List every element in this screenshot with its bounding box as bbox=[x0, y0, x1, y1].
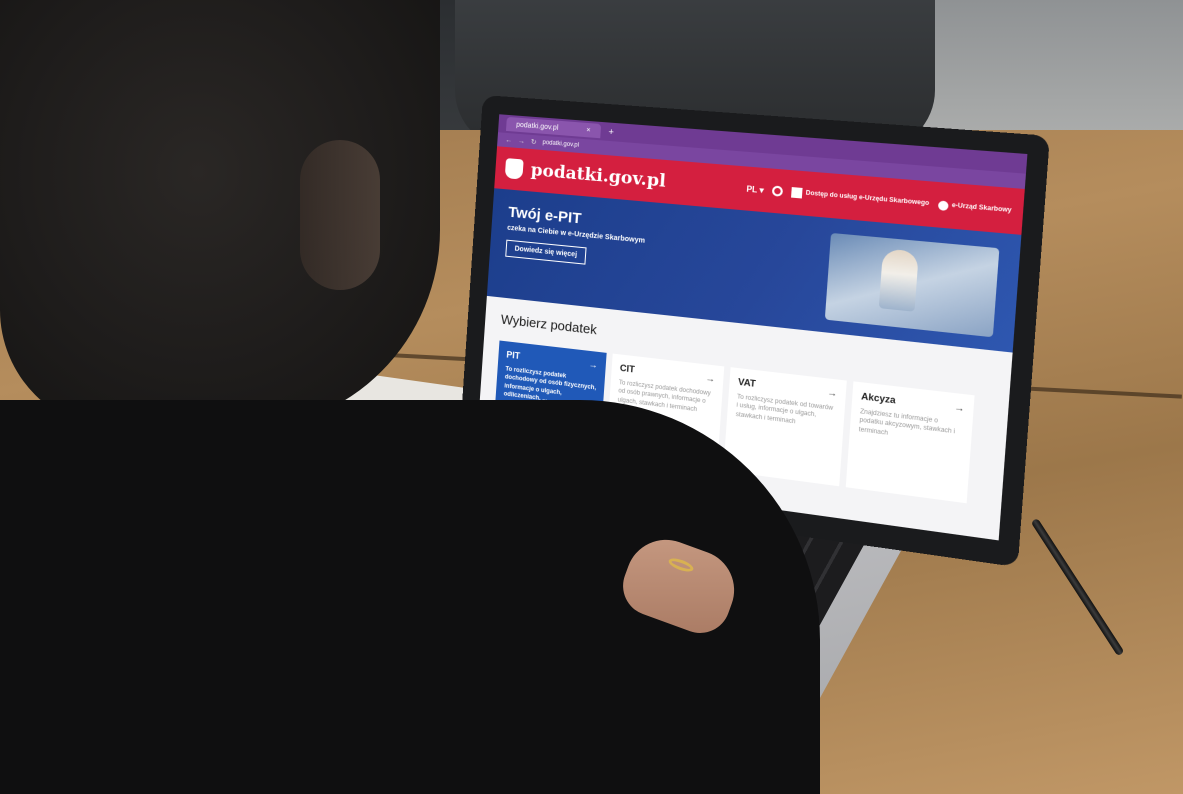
back-icon[interactable]: ← bbox=[505, 136, 512, 144]
tab-close-icon[interactable]: × bbox=[586, 126, 591, 133]
card-desc: To rozliczysz podatek od towarów i usług… bbox=[735, 394, 834, 426]
arrow-right-icon: → bbox=[953, 401, 965, 414]
new-tab-icon[interactable]: + bbox=[608, 127, 614, 138]
card-desc: Znajdziesz tu informacje o podatku akcyz… bbox=[858, 408, 956, 437]
services-access-link[interactable]: Dostęp do usług e-Urzędu Skarbowego bbox=[791, 187, 929, 209]
arrow-right-icon: → bbox=[588, 358, 599, 371]
e-tax-office-link[interactable]: e-Urząd Skarbowy bbox=[937, 199, 1012, 216]
hero-person-image bbox=[878, 248, 919, 312]
url-field[interactable]: podatki.gov.pl bbox=[542, 140, 579, 149]
document-icon bbox=[791, 187, 803, 199]
learn-more-button[interactable]: Dowiedz się więcej bbox=[505, 239, 587, 265]
services-access-label: Dostęp do usług e-Urzędu Skarbowego bbox=[805, 190, 930, 208]
person-face bbox=[300, 140, 380, 290]
photo-scene: podatki.gov.pl × + ← → ↻ podatki.gov.pl … bbox=[0, 0, 1183, 794]
search-icon[interactable] bbox=[772, 185, 784, 197]
site-logo[interactable]: podatki.gov.pl bbox=[530, 160, 666, 192]
reload-icon[interactable]: ↻ bbox=[531, 138, 537, 147]
hero-photo bbox=[824, 232, 1000, 338]
user-icon bbox=[937, 199, 949, 211]
eagle-emblem-icon bbox=[504, 158, 524, 180]
tab-title: podatki.gov.pl bbox=[515, 121, 559, 132]
arrow-right-icon: → bbox=[826, 386, 838, 399]
arrow-right-icon: → bbox=[705, 372, 716, 385]
e-tax-office-label: e-Urząd Skarbowy bbox=[951, 202, 1012, 215]
forward-icon[interactable]: → bbox=[518, 137, 525, 145]
language-selector[interactable]: PL ▾ bbox=[746, 184, 764, 195]
tax-card-akcyza[interactable]: Akcyza → Znajdziesz tu informacje o poda… bbox=[845, 381, 975, 504]
